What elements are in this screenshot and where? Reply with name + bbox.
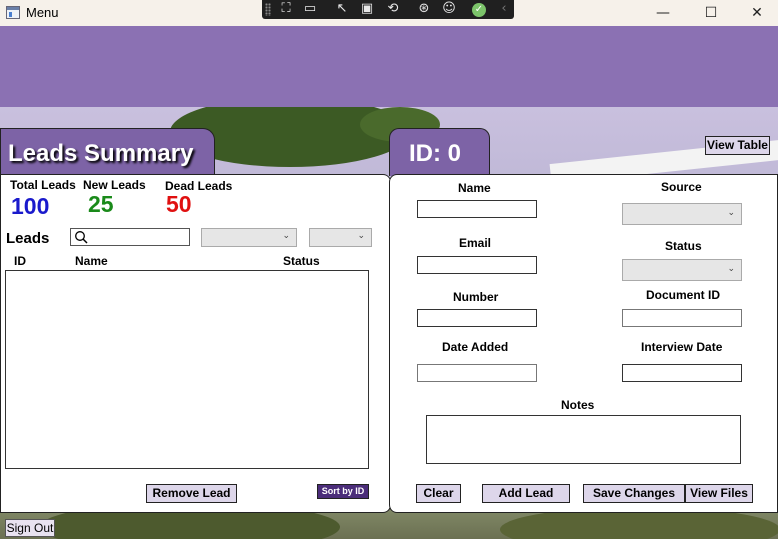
new-leads-label: New Leads — [83, 178, 146, 192]
column-header-name[interactable]: Name — [75, 254, 108, 268]
status-dropdown[interactable]: ⌄ — [622, 259, 742, 281]
chevron-left-icon[interactable]: ‹ — [496, 2, 512, 16]
leads-list[interactable] — [5, 270, 369, 469]
date-added-field[interactable] — [417, 364, 537, 382]
view-files-button[interactable]: View Files — [685, 484, 753, 503]
clear-button[interactable]: Clear — [416, 484, 461, 503]
email-field[interactable] — [417, 256, 537, 274]
document-id-label: Document ID — [646, 288, 721, 302]
accessibility-icon[interactable]: ⊛ — [416, 2, 432, 16]
maximize-button[interactable]: ☐ — [688, 0, 734, 26]
source-dropdown[interactable]: ⌄ — [622, 203, 742, 225]
interview-date-label: Interview Date — [641, 340, 723, 354]
video-icon[interactable]: ▭ — [302, 2, 318, 16]
search-input[interactable] — [70, 228, 190, 246]
dead-leads-value: 50 — [166, 191, 192, 217]
remove-lead-button[interactable]: Remove Lead — [146, 484, 237, 503]
save-changes-button[interactable]: Save Changes — [583, 484, 685, 503]
notes-textarea[interactable] — [426, 415, 741, 464]
add-lead-button[interactable]: Add Lead — [482, 484, 570, 503]
column-header-id[interactable]: ID — [14, 254, 26, 268]
filter-dropdown-1[interactable]: ⌄ — [201, 228, 297, 247]
select-element-icon[interactable]: ⛶ — [278, 2, 294, 16]
chevron-down-icon: ⌄ — [357, 231, 365, 241]
window-title: Menu — [26, 5, 59, 20]
status-label: Status — [665, 239, 702, 253]
app-window-icon — [6, 6, 20, 19]
email-label: Email — [459, 236, 492, 250]
source-label: Source — [661, 180, 702, 194]
document-id-field[interactable] — [622, 309, 742, 327]
pointer-icon[interactable]: ↖ — [334, 2, 350, 16]
chevron-down-icon: ⌄ — [282, 231, 290, 241]
date-added-label: Date Added — [442, 340, 509, 354]
minimize-button[interactable]: — — [640, 0, 686, 26]
close-button[interactable]: ✕ — [734, 0, 778, 26]
total-leads-value: 100 — [11, 193, 50, 219]
debug-toolbar: ⛶ ▭ ↖ ▣ ⟲ ⊛ ☺ ✓ ‹ — [262, 0, 514, 19]
total-leads-label: Total Leads — [10, 178, 76, 192]
new-leads-value: 25 — [88, 191, 114, 217]
leads-summary-title: Leads Summary — [8, 140, 194, 167]
sort-by-id-button[interactable]: Sort by ID — [317, 484, 369, 499]
leads-label: Leads — [6, 230, 50, 247]
chevron-down-icon: ⌄ — [727, 208, 735, 218]
column-header-status[interactable]: Status — [283, 254, 320, 268]
accessibility-person-icon[interactable]: ☺ — [441, 2, 457, 16]
check-icon[interactable]: ✓ — [471, 2, 487, 17]
lead-id-title: ID: 0 — [409, 140, 462, 167]
grip-icon[interactable] — [265, 3, 271, 16]
chevron-down-icon: ⌄ — [727, 264, 735, 274]
refresh-pointer-icon[interactable]: ⟲ — [385, 2, 401, 16]
filter-dropdown-2[interactable]: ⌄ — [309, 228, 372, 247]
name-field[interactable] — [417, 200, 537, 218]
view-table-button[interactable]: View Table — [705, 136, 770, 155]
name-label: Name — [458, 181, 491, 195]
search-icon — [75, 231, 88, 244]
notes-label: Notes — [561, 398, 595, 412]
interview-date-field[interactable] — [622, 364, 742, 382]
sign-out-button[interactable]: Sign Out — [5, 519, 55, 537]
layout-icon[interactable]: ▣ — [359, 2, 375, 16]
header-band — [0, 26, 778, 107]
number-label: Number — [453, 290, 499, 304]
number-field[interactable] — [417, 309, 537, 327]
